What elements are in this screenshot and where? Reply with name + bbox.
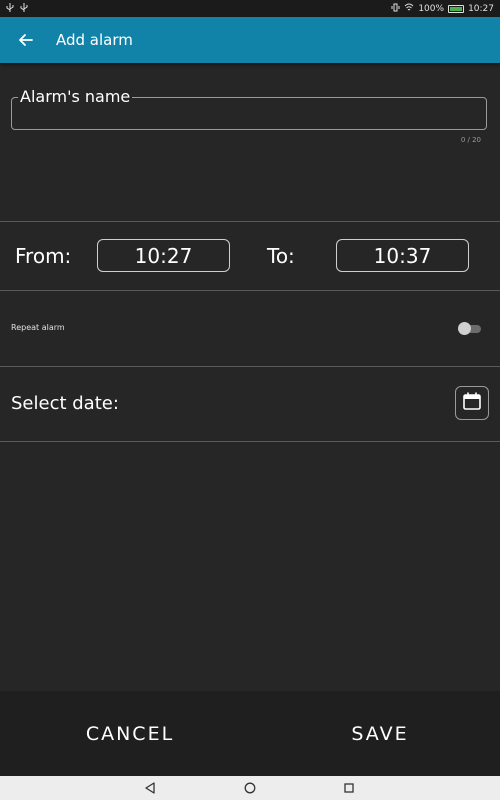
- from-label: From:: [15, 244, 72, 268]
- save-button[interactable]: SAVE: [255, 691, 500, 776]
- alarm-name-field[interactable]: Alarm's name: [11, 88, 487, 130]
- add-alarm-screen: 100% 10:27 Add alarm Alarm's name 0 / 20…: [0, 0, 500, 800]
- status-left: [6, 2, 28, 15]
- divider: [0, 221, 500, 222]
- battery-percent: 100%: [418, 3, 445, 14]
- wifi-icon: [404, 3, 414, 15]
- calendar-icon: [462, 391, 482, 415]
- divider: [0, 366, 500, 367]
- character-counter: 0 / 20: [460, 136, 481, 144]
- alarm-name-input[interactable]: [20, 104, 479, 126]
- cancel-button[interactable]: CANCEL: [5, 691, 255, 776]
- app-bar: Add alarm: [0, 17, 500, 63]
- usb-icon: [20, 2, 28, 15]
- back-icon: [144, 779, 156, 798]
- select-date-button[interactable]: [455, 386, 489, 420]
- nav-recents-button[interactable]: [341, 780, 357, 796]
- to-label: To:: [267, 244, 295, 268]
- nav-home-button[interactable]: [242, 780, 258, 796]
- from-time-button[interactable]: 10:27: [97, 239, 230, 272]
- to-time-button[interactable]: 10:37: [336, 239, 469, 272]
- nav-back-button[interactable]: [142, 780, 158, 796]
- arrow-left-icon: [19, 31, 33, 50]
- home-icon: [244, 779, 256, 798]
- usb-icon: [6, 2, 14, 15]
- divider: [0, 441, 500, 442]
- repeat-alarm-label: Repeat alarm: [11, 323, 65, 332]
- back-button[interactable]: [0, 17, 52, 63]
- status-bar: 100% 10:27: [0, 0, 500, 17]
- recents-icon: [343, 779, 355, 798]
- page-title: Add alarm: [56, 31, 133, 49]
- system-nav-bar: [0, 776, 500, 800]
- toggle-thumb: [458, 322, 471, 335]
- battery-icon: [448, 4, 465, 13]
- vibrate-icon: [391, 3, 400, 15]
- divider: [0, 290, 500, 291]
- select-date-label: Select date:: [11, 393, 119, 414]
- status-right: 100% 10:27: [391, 3, 494, 15]
- repeat-alarm-toggle[interactable]: [458, 322, 481, 335]
- action-bar: CANCEL SAVE: [0, 691, 500, 776]
- status-time: 10:27: [468, 3, 494, 14]
